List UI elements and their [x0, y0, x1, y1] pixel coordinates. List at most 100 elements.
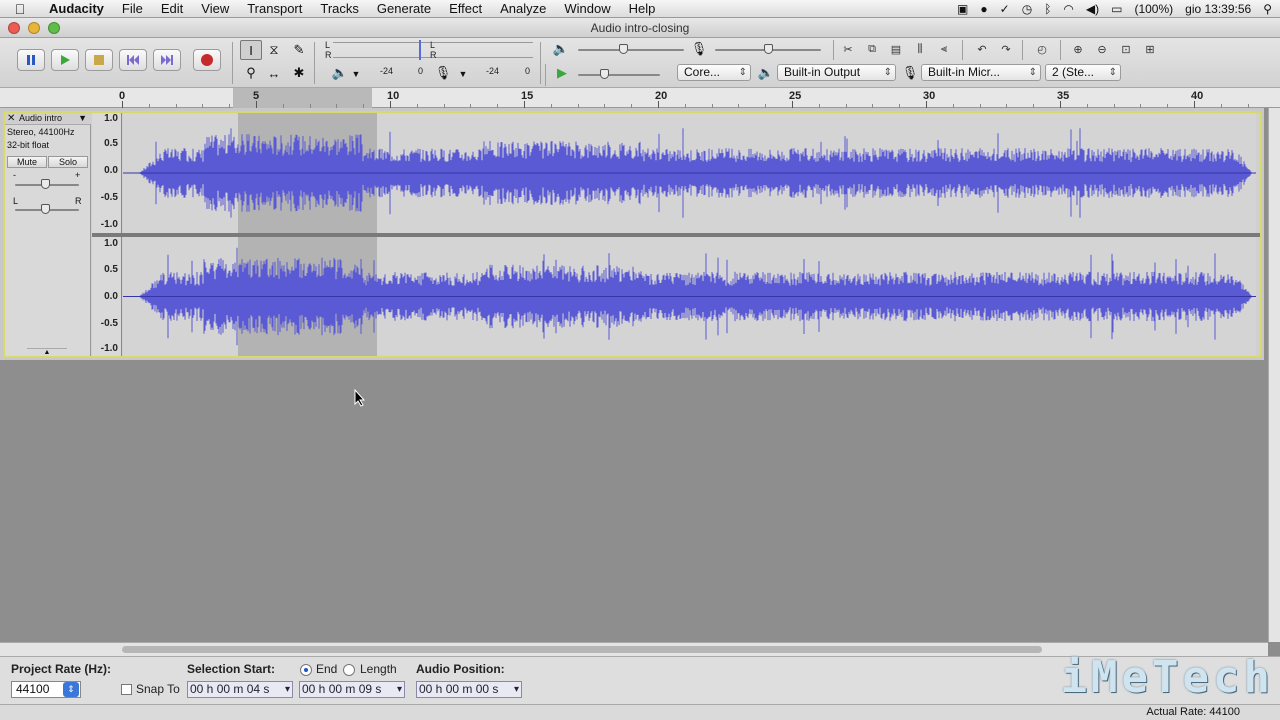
- draw-tool-icon[interactable]: ✎: [288, 40, 310, 60]
- track-menu-chevron-icon[interactable]: ▼: [78, 113, 87, 124]
- timeline-ruler[interactable]: 0 5 10 15 20 25 30 35 40: [0, 88, 1280, 108]
- battery-percent: (100%): [1134, 2, 1174, 16]
- gain-thumb[interactable]: [41, 179, 50, 189]
- output-volume-slider[interactable]: [578, 49, 684, 51]
- close-track-icon[interactable]: ✕: [7, 113, 15, 124]
- paste-icon[interactable]: ▤: [886, 40, 906, 58]
- chevron-down-icon[interactable]: ▼: [345, 64, 367, 84]
- zoom-tool-icon[interactable]: ⚲: [240, 63, 262, 83]
- rec-meter-l-label: L: [430, 40, 436, 50]
- input-channels-select[interactable]: 2 (Ste...: [1045, 64, 1121, 81]
- volume-icon[interactable]: ◀): [1086, 2, 1099, 16]
- vertical-scale-top[interactable]: 1.0 0.5 0.0 -0.5 -1.0: [92, 113, 122, 233]
- play-speed-thumb[interactable]: [600, 69, 609, 79]
- input-device-select[interactable]: Built-in Micr...: [921, 64, 1041, 81]
- ruler-label: 35: [1057, 90, 1070, 102]
- skype-icon[interactable]: ●: [980, 2, 987, 16]
- menu-file[interactable]: File: [113, 1, 152, 16]
- project-rate-combo[interactable]: 44100 ⇕: [11, 681, 81, 698]
- snap-to-checkbox[interactable]: [121, 684, 132, 695]
- copy-icon[interactable]: ⧉: [862, 40, 882, 58]
- menu-generate[interactable]: Generate: [368, 1, 440, 16]
- silence-icon[interactable]: ⫷: [934, 40, 954, 58]
- zoom-out-icon[interactable]: ⊖: [1092, 40, 1112, 58]
- status-area: ▣ ● ✓ ◷ ᛒ ◠ ◀) ▭ (100%) gio 13:39:56 ⚲: [957, 0, 1272, 18]
- length-radio[interactable]: [343, 664, 355, 676]
- menu-app[interactable]: Audacity: [40, 1, 113, 16]
- timeshift-tool-icon[interactable]: ↔: [263, 63, 285, 83]
- camera-icon[interactable]: ▣: [957, 2, 968, 16]
- skip-end-icon: [161, 55, 173, 65]
- bluetooth-icon[interactable]: ᛒ: [1044, 2, 1051, 16]
- stop-button[interactable]: [85, 49, 113, 71]
- microphone-meter-icon[interactable]: 🎙: [432, 63, 454, 83]
- track-name[interactable]: Audio intro: [19, 113, 62, 124]
- menu-transport[interactable]: Transport: [238, 1, 311, 16]
- menu-help[interactable]: Help: [620, 1, 665, 16]
- play-at-speed-icon[interactable]: ▶: [551, 63, 573, 83]
- meter-scale-label: 0: [418, 66, 424, 76]
- track-control-panel: ✕ Audio intro ▼ Stereo, 44100Hz 32-bit f…: [5, 113, 91, 356]
- vertical-scrollbar[interactable]: [1268, 108, 1280, 642]
- record-button[interactable]: [193, 49, 221, 71]
- envelope-tool-icon[interactable]: ⧖: [263, 40, 285, 60]
- skip-start-button[interactable]: [119, 49, 147, 71]
- selection-end-field[interactable]: 00 h 00 m 09 s: [299, 681, 405, 698]
- menu-tracks[interactable]: Tracks: [311, 1, 368, 16]
- fit-selection-icon[interactable]: ⊡: [1116, 40, 1136, 58]
- scale-label: -0.5: [100, 192, 118, 203]
- track-name-row[interactable]: ✕ Audio intro ▼: [5, 113, 91, 125]
- mute-button[interactable]: Mute: [7, 156, 47, 168]
- audio-position-field[interactable]: 00 h 00 m 00 s: [416, 681, 522, 698]
- audio-track[interactable]: ✕ Audio intro ▼ Stereo, 44100Hz 32-bit f…: [3, 111, 1262, 358]
- wifi-icon[interactable]: ◠: [1063, 2, 1073, 16]
- waveform-left-channel[interactable]: [123, 113, 1256, 233]
- menu-window[interactable]: Window: [555, 1, 619, 16]
- menu-analyze[interactable]: Analyze: [491, 1, 555, 16]
- horizontal-scroll-thumb[interactable]: [122, 646, 1042, 653]
- selection-tool-icon[interactable]: I: [240, 40, 262, 60]
- pause-button[interactable]: [17, 49, 45, 71]
- selection-start-field[interactable]: 00 h 00 m 04 s: [187, 681, 293, 698]
- menu-effect[interactable]: Effect: [440, 1, 491, 16]
- ruler-tick: [658, 101, 659, 108]
- record-icon: [201, 54, 213, 66]
- sync-lock-icon[interactable]: ◴: [1032, 40, 1052, 58]
- waveform-right: [123, 237, 1256, 356]
- mouse-cursor-icon: [354, 389, 366, 407]
- output-device-select[interactable]: Built-in Output: [777, 64, 896, 81]
- ruler-tick: [256, 101, 257, 108]
- cut-icon[interactable]: ✂: [838, 40, 858, 58]
- rate-stepper-icon[interactable]: ⇕: [63, 682, 79, 697]
- output-volume-thumb[interactable]: [619, 44, 628, 54]
- zoom-in-icon[interactable]: ⊕: [1068, 40, 1088, 58]
- input-volume-thumb[interactable]: [764, 44, 773, 54]
- redo-icon[interactable]: ↷: [996, 40, 1016, 58]
- trim-icon[interactable]: ⫼: [910, 40, 930, 58]
- audio-host-select[interactable]: Core...: [677, 64, 751, 81]
- ruler-label: 5: [253, 90, 260, 102]
- menu-edit[interactable]: Edit: [152, 1, 192, 16]
- collapse-track-button[interactable]: ▲: [27, 348, 67, 356]
- skip-end-button[interactable]: [153, 49, 181, 71]
- apple-menu-icon[interactable]: : [0, 1, 40, 17]
- solo-button[interactable]: Solo: [48, 156, 88, 168]
- multi-tool-icon[interactable]: ✱: [288, 63, 310, 83]
- play-speed-slider[interactable]: [578, 74, 660, 76]
- empty-track-space[interactable]: [0, 360, 1268, 642]
- fit-project-icon[interactable]: ⊞: [1140, 40, 1160, 58]
- window-title: Audio intro-closing: [590, 21, 690, 35]
- vertical-scale-bottom[interactable]: 1.0 0.5 0.0 -0.5 -1.0: [92, 237, 122, 356]
- battery-icon[interactable]: ▭: [1111, 2, 1122, 16]
- clock[interactable]: gio 13:39:56: [1185, 2, 1251, 16]
- chevron-down-icon[interactable]: ▼: [452, 64, 474, 84]
- menu-view[interactable]: View: [192, 1, 238, 16]
- play-button[interactable]: [51, 49, 79, 71]
- undo-icon[interactable]: ↶: [972, 40, 992, 58]
- spotlight-icon[interactable]: ⚲: [1263, 2, 1272, 16]
- time-machine-icon[interactable]: ◷: [1022, 2, 1032, 16]
- pan-thumb[interactable]: [41, 204, 50, 214]
- waveform-right-channel[interactable]: [123, 237, 1256, 356]
- sync-icon[interactable]: ✓: [1000, 2, 1010, 16]
- end-radio[interactable]: [300, 664, 312, 676]
